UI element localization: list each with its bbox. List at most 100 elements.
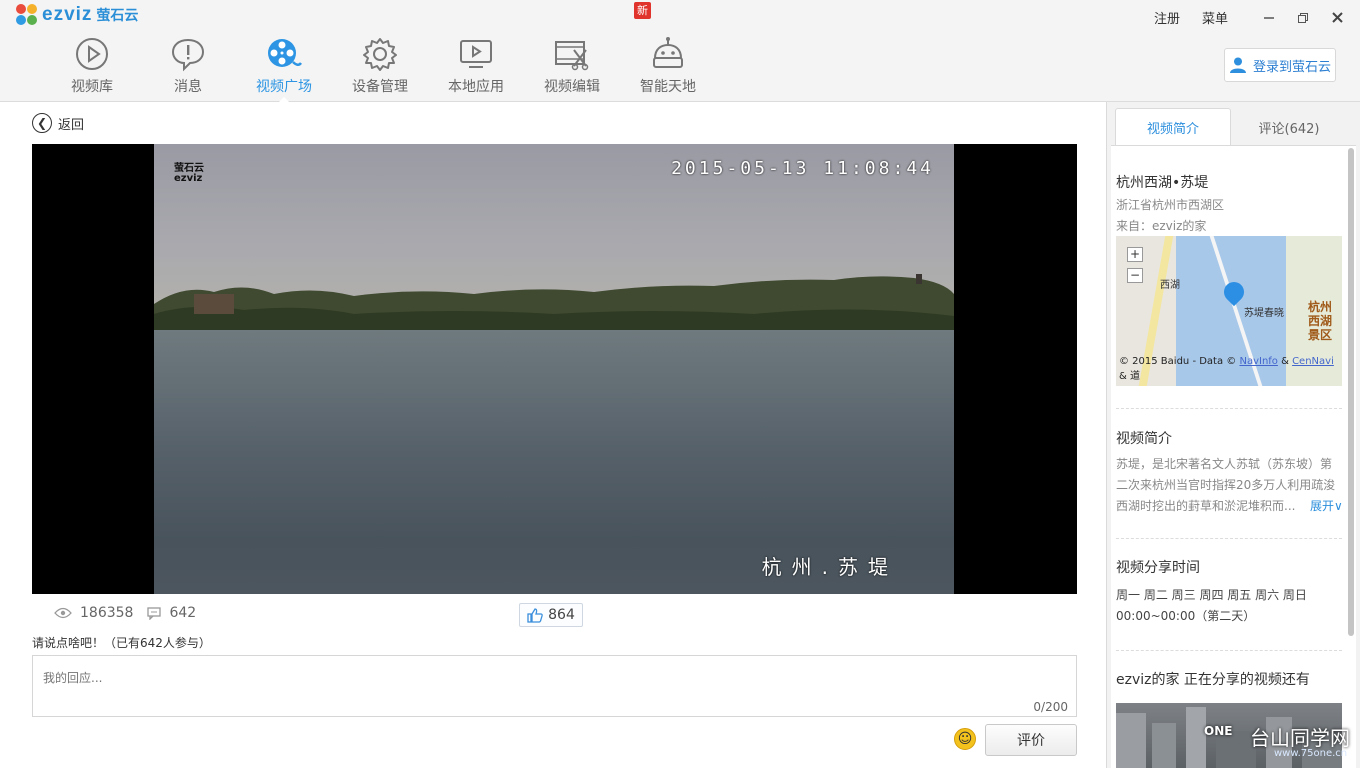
- window-controls: 注册 菜单: [1154, 8, 1360, 27]
- chevron-left-icon: ❮: [32, 113, 52, 133]
- map-copyright-amp: &: [1277, 356, 1293, 367]
- share-time-title: 视频分享时间: [1116, 560, 1200, 576]
- location-title: 杭州西湖•苏堤: [1116, 175, 1209, 191]
- nav-label: 本地应用: [448, 79, 504, 95]
- watermark-one: ONE: [1204, 724, 1233, 738]
- like-button[interactable]: 864: [519, 603, 583, 627]
- submit-review-button[interactable]: 评价: [985, 724, 1077, 756]
- intro-line: 西湖时挖出的葑草和淤泥堆积而...: [1116, 499, 1296, 513]
- nav-label: 设备管理: [352, 79, 408, 95]
- watermark-title: 台山同学网: [1250, 726, 1350, 750]
- osd-logo-bottom: ezviz: [174, 173, 203, 184]
- login-button[interactable]: 登录到萤石云: [1224, 48, 1336, 82]
- nav-item-messages[interactable]: 消息: [140, 36, 236, 98]
- main-nav: 视频库 消息 视频广场 设备管理 本地应用 视频编辑 智能天地: [44, 36, 716, 103]
- nav-label: 视频库: [71, 79, 113, 95]
- new-badge: 新: [634, 2, 651, 19]
- minimize-button[interactable]: [1258, 9, 1280, 27]
- tab-comments[interactable]: 评论(642): [1231, 108, 1347, 146]
- site-watermark: ONE 台山同学网 www.75one.cn: [1204, 718, 1360, 768]
- restore-button[interactable]: [1292, 9, 1314, 27]
- expand-link[interactable]: 展开∨: [1310, 497, 1343, 514]
- comment-count: 642: [147, 605, 196, 621]
- video-player[interactable]: 萤石云 ezviz 2015-05-13 11:08:44 杭州.苏堤: [32, 144, 1077, 594]
- film-reel-icon: [268, 39, 302, 67]
- thumbs-up-icon: [527, 607, 543, 623]
- app-logo: ezviz 萤石云: [16, 4, 138, 26]
- scrollbar[interactable]: [1348, 148, 1354, 636]
- nav-item-video-square[interactable]: 视频广场: [236, 36, 332, 103]
- ezviz-logo-icon: [16, 4, 38, 26]
- video-source: 来自：ezviz的家: [1116, 219, 1207, 233]
- reply-input[interactable]: [33, 656, 1076, 716]
- map-label-west-lake: 西湖: [1160, 280, 1180, 291]
- tab-video-intro[interactable]: 视频简介: [1115, 108, 1231, 146]
- emoji-icon[interactable]: ☺: [954, 728, 976, 750]
- close-icon: [1331, 12, 1343, 23]
- login-button-label: 登录到萤石云: [1252, 59, 1331, 75]
- restore-icon: [1298, 12, 1308, 23]
- intro-content: 杭州西湖•苏堤 浙江省杭州市西湖区 来自：ezviz的家 + − 西湖 苏堤春晓…: [1111, 145, 1356, 768]
- robot-icon: [653, 37, 683, 68]
- expand-label: 展开: [1310, 499, 1335, 513]
- map-copyright-prefix: © 2015 Baidu - Data ©: [1119, 356, 1240, 367]
- back-button[interactable]: ❮ 返回: [32, 113, 84, 133]
- map-label-spot: 苏堤春晓: [1244, 308, 1284, 319]
- watermark-url: www.75one.cn: [1274, 748, 1348, 759]
- user-icon: [1229, 57, 1246, 73]
- video-timestamp: 2015-05-13 11:08:44: [671, 158, 934, 179]
- main-content: ❮ 返回 萤石云 ezviz 2015-05-13 11:08:44 杭州.苏堤…: [0, 103, 1106, 768]
- view-count: 186358: [54, 605, 133, 621]
- right-panel: 视频简介 评论(642) 杭州西湖•苏堤 浙江省杭州市西湖区 来自：ezviz的…: [1106, 102, 1360, 768]
- comment-icon: [147, 606, 162, 620]
- nav-item-local-apps[interactable]: 本地应用: [428, 36, 524, 98]
- location-region: 浙江省杭州市西湖区: [1116, 198, 1225, 212]
- nav-label: 视频广场: [256, 79, 312, 95]
- monitor-play-icon: [460, 40, 492, 68]
- osd-logo: 萤石云 ezviz: [174, 164, 204, 184]
- gear-icon: [363, 38, 397, 71]
- map-zoom-out-button[interactable]: −: [1127, 268, 1143, 283]
- minimize-icon: [1264, 16, 1274, 19]
- view-count-value: 186358: [80, 605, 134, 621]
- intro-title: 视频简介: [1116, 431, 1172, 447]
- logo-subtitle: 萤石云: [96, 8, 139, 24]
- logo-text: ezviz: [42, 4, 93, 25]
- intro-line: 苏堤，是北宋著名文人苏轼（苏东坡）第: [1116, 457, 1333, 471]
- reply-box: 0/200: [32, 655, 1077, 717]
- section-divider: [1116, 408, 1342, 409]
- title-bar: ezviz 萤石云 视频库 消息 视频广场 设备管理 本地应用 视频编辑 智能天…: [0, 0, 1360, 103]
- map-zoom-in-button[interactable]: +: [1127, 247, 1143, 262]
- chevron-down-icon: ∨: [1334, 499, 1343, 513]
- film-scissors-icon: [555, 41, 589, 71]
- nav-item-video-editing[interactable]: 视频编辑: [524, 36, 620, 98]
- map-label-scenic-area: 杭州西湖景区: [1308, 300, 1333, 342]
- video-frame: 萤石云 ezviz 2015-05-13 11:08:44 杭州.苏堤: [154, 144, 954, 594]
- nav-item-video-library[interactable]: 视频库: [44, 36, 140, 98]
- more-videos-title: ezviz的家 正在分享的视频还有: [1116, 672, 1310, 688]
- map-link-navinfo[interactable]: NavInfo: [1239, 356, 1277, 367]
- eye-icon: [54, 607, 72, 619]
- nav-item-device-management[interactable]: 设备管理: [332, 36, 428, 98]
- register-link[interactable]: 注册: [1154, 8, 1180, 27]
- close-button[interactable]: [1326, 9, 1348, 27]
- map-copyright: © 2015 Baidu - Data © NavInfo & CenNavi …: [1119, 356, 1342, 382]
- menu-link[interactable]: 菜单: [1202, 8, 1228, 27]
- message-bubble-icon: [171, 38, 205, 72]
- share-days: 周一 周二 周三 周四 周五 周六 周日: [1116, 588, 1307, 602]
- location-map[interactable]: + − 西湖 苏堤春晓 杭州西湖景区 © 2015 Baidu - Data ©…: [1116, 236, 1342, 386]
- comment-count-value: 642: [169, 605, 197, 621]
- panel-tabs: 视频简介 评论(642): [1115, 108, 1355, 146]
- like-count: 864: [548, 607, 575, 623]
- nav-label: 智能天地: [640, 79, 696, 95]
- section-divider: [1116, 650, 1342, 651]
- map-link-cennavi[interactable]: CenNavi: [1292, 356, 1334, 367]
- reply-char-counter: 0/200: [1033, 700, 1068, 714]
- play-circle-icon: [76, 38, 108, 70]
- share-hours: 00:00~00:00（第二天）: [1116, 609, 1256, 623]
- map-copyright-suffix: & 道: [1119, 371, 1140, 382]
- comment-prompt: 请说点啥吧！（已有642人参与）: [32, 636, 211, 650]
- section-divider: [1116, 538, 1342, 539]
- video-stats: 186358 642: [54, 605, 210, 621]
- nav-item-smart-world[interactable]: 智能天地: [620, 36, 716, 98]
